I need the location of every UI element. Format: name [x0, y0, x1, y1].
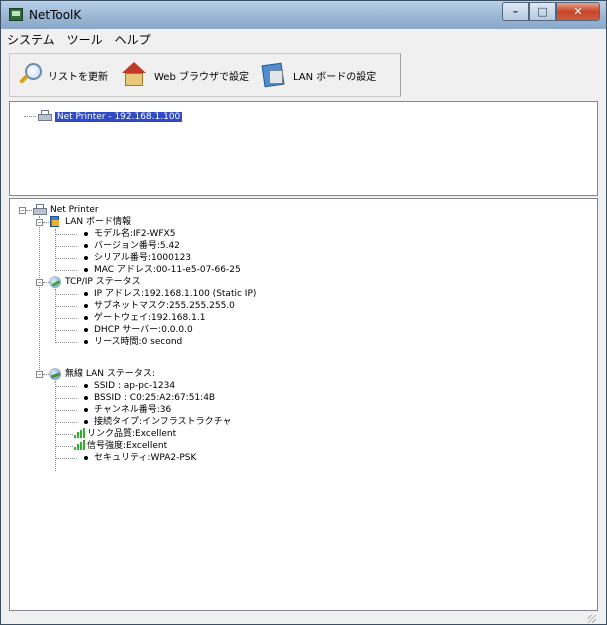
toolbar: リストを更新 Web ブラウザで設定 LAN ボードの設定 [9, 53, 401, 97]
wireless-ssid[interactable]: SSID : ap-pc-1234 [94, 380, 175, 392]
lan-board-model[interactable]: モデル名:IF2-WFX5 [94, 228, 175, 240]
device-list-item-label: Net Printer - 192.168.1.100 [54, 111, 183, 122]
printer-icon [38, 110, 52, 122]
tree-connector [24, 116, 36, 117]
title-bar[interactable]: NetToolK – □ ✕ [1, 1, 606, 29]
lan-board-serial[interactable]: シリアル番号:1000123 [94, 252, 191, 264]
tree-connector [55, 306, 77, 307]
close-button[interactable]: ✕ [556, 2, 600, 21]
magnifier-icon [16, 62, 42, 88]
tree-connector [55, 342, 77, 343]
tree-connector [55, 386, 77, 387]
signal-bars-icon [74, 428, 86, 438]
bullet-icon [84, 268, 88, 272]
tree-connector [55, 270, 77, 271]
lan-board-settings-label: LAN ボードの設定 [292, 71, 377, 83]
house-icon [120, 62, 148, 88]
bullet-icon [84, 232, 88, 236]
maximize-button[interactable]: □ [529, 2, 556, 21]
collapse-toggle-root[interactable]: – [19, 207, 26, 214]
wireless-icon [49, 368, 62, 381]
wireless-link-quality[interactable]: リンク品質:Excellent [87, 428, 176, 440]
tcpip-dhcp-server[interactable]: DHCP サーバー:0.0.0.0 [94, 324, 193, 336]
tree-connector [55, 258, 77, 259]
tree-connector [55, 246, 77, 247]
tcpip-icon [49, 276, 62, 289]
bullet-icon [84, 316, 88, 320]
lan-board-title[interactable]: LAN ボード情報 [65, 216, 131, 228]
wireless-channel[interactable]: チャンネル番号:36 [94, 404, 171, 416]
tree-connector [55, 398, 77, 399]
bullet-icon [84, 304, 88, 308]
bullet-icon [84, 420, 88, 424]
refresh-list-button[interactable]: リストを更新 [10, 55, 114, 95]
device-list-pane[interactable]: Net Printer - 192.168.1.100 [9, 101, 598, 196]
lan-board-settings-button[interactable]: LAN ボードの設定 [255, 55, 382, 95]
menu-tools[interactable]: ツール [61, 31, 109, 48]
menu-help[interactable]: ヘルプ [109, 31, 157, 48]
app-window: NetToolK – □ ✕ システム ツール ヘルプ リストを更新 Web ブ… [0, 0, 607, 625]
collapse-toggle-tcpip[interactable]: – [36, 279, 43, 286]
tree-root-label[interactable]: Net Printer [50, 204, 99, 216]
wireless-title[interactable]: 無線 LAN ステータス: [65, 368, 155, 380]
tcpip-lease-time[interactable]: リース時間:0 second [94, 336, 182, 348]
collapse-toggle-lan-board[interactable]: – [36, 219, 43, 226]
lan-board-mac[interactable]: MAC アドレス:00-11-e5-07-66-25 [94, 264, 241, 276]
device-list-item[interactable]: Net Printer - 192.168.1.100 [38, 110, 183, 122]
collapse-toggle-wireless[interactable]: – [36, 371, 43, 378]
web-browser-settings-label: Web ブラウザで設定 [154, 71, 249, 83]
tcpip-ip-address[interactable]: IP アドレス:192.168.1.100 (Static IP) [94, 288, 256, 300]
bullet-icon [84, 384, 88, 388]
wireless-security[interactable]: セキュリティ:WPA2-PSK [94, 452, 196, 464]
minimize-icon: – [512, 5, 519, 18]
tcpip-subnet-mask[interactable]: サブネットマスク:255.255.255.0 [94, 300, 235, 312]
bullet-icon [84, 408, 88, 412]
wireless-connection-type[interactable]: 接続タイプ:インフラストラクチャ [94, 416, 232, 428]
printer-icon [33, 204, 47, 216]
tree-connector [55, 446, 73, 447]
tree-connector [26, 210, 32, 211]
tcpip-title[interactable]: TCP/IP ステータス [65, 276, 141, 288]
wireless-bssid[interactable]: BSSID : C0:25:A2:67:51:4B [94, 392, 215, 404]
menu-bar: システム ツール ヘルプ [1, 29, 606, 49]
web-browser-settings-button[interactable]: Web ブラウザで設定 [114, 55, 255, 95]
wireless-signal-strength[interactable]: 信号強度:Excellent [87, 440, 167, 452]
bullet-icon [84, 340, 88, 344]
board-icon [261, 62, 287, 88]
bullet-icon [84, 396, 88, 400]
bullet-icon [84, 292, 88, 296]
tree-connector [55, 410, 77, 411]
bullet-icon [84, 256, 88, 260]
bullet-icon [84, 244, 88, 248]
tree-connector [55, 234, 77, 235]
refresh-list-label: リストを更新 [48, 71, 108, 83]
window-title: NetToolK [29, 8, 82, 22]
lan-board-icon [49, 216, 62, 229]
tree-connector [55, 318, 77, 319]
tree-connector [55, 289, 56, 343]
status-bar [9, 613, 598, 624]
maximize-icon: □ [537, 5, 548, 18]
bullet-icon [84, 456, 88, 460]
bullet-icon [84, 328, 88, 332]
tree-connector [55, 229, 56, 271]
device-info-tree[interactable]: – Net Printer – LAN ボード情報 モデル名:IF2-WFX5 … [9, 198, 598, 611]
app-icon [9, 8, 23, 21]
close-icon: ✕ [573, 5, 583, 18]
tree-connector [55, 458, 77, 459]
caption-buttons: – □ ✕ [502, 2, 600, 22]
tree-connector [39, 216, 40, 374]
resize-grip-icon[interactable] [588, 615, 596, 623]
lan-board-version[interactable]: バージョン番号:5.42 [94, 240, 180, 252]
menu-system[interactable]: システム [1, 31, 61, 48]
tree-connector [55, 294, 77, 295]
tree-connector [55, 330, 77, 331]
tcpip-gateway[interactable]: ゲートウェイ:192.168.1.1 [94, 312, 205, 324]
tree-connector [55, 422, 77, 423]
tree-connector [55, 434, 73, 435]
minimize-button[interactable]: – [502, 2, 529, 21]
signal-bars-icon [74, 440, 86, 450]
